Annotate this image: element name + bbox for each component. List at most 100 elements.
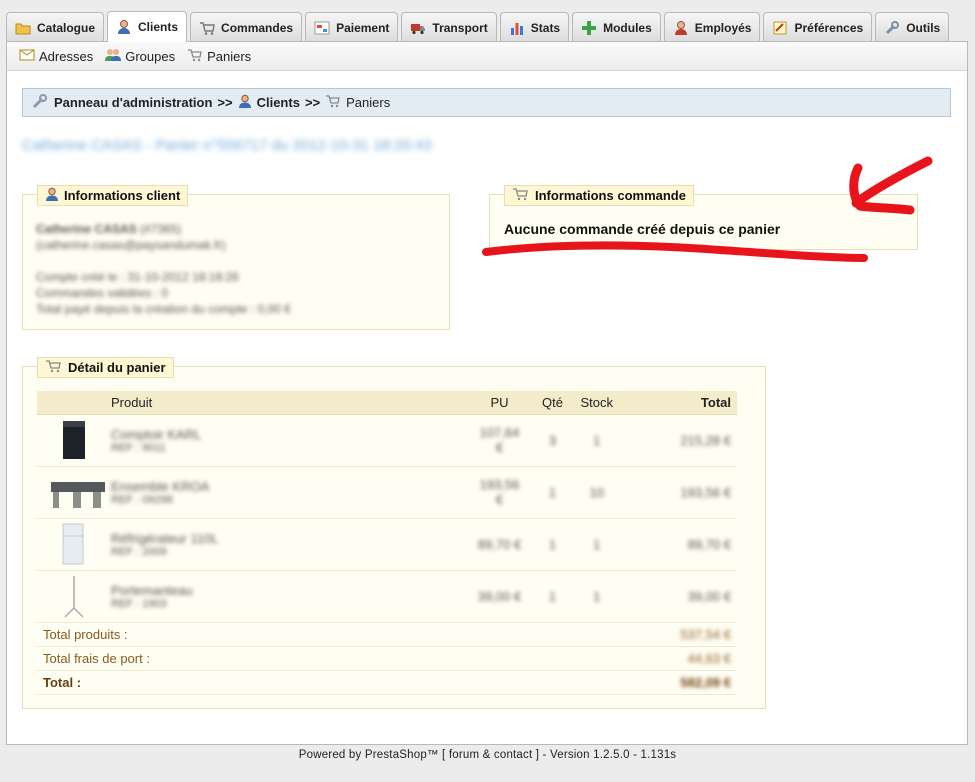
client-details: Catherine CASAS (#7365) (catherine.casas… xyxy=(36,221,291,317)
product-total: 193,56 € xyxy=(619,466,737,519)
product-ref: REF : 1903 xyxy=(111,597,167,610)
legend-label: Informations client xyxy=(64,188,181,203)
table-row: Ensemble KROA REF : 09298 193,56 € 1 10 … xyxy=(37,466,737,519)
grand-total-value: 582,09 € xyxy=(619,670,737,695)
subnav-adresses[interactable]: Adresses xyxy=(19,48,93,65)
user-icon xyxy=(116,19,132,35)
group-icon xyxy=(105,47,122,65)
product-stock: 1 xyxy=(574,518,619,571)
product-image[interactable] xyxy=(49,418,99,462)
tab-label: Commandes xyxy=(221,20,294,35)
subnav-paniers[interactable]: Paniers xyxy=(187,48,251,65)
product-cell: Comptoir KARL REF : 9011 xyxy=(105,414,469,467)
total-products-row: Total produits : 537,54 € xyxy=(37,622,737,647)
cart-icon xyxy=(45,359,63,376)
valid-orders: Commandes validées : 0 xyxy=(36,286,169,300)
product-cell: Ensemble KROA REF : 09298 xyxy=(105,466,469,519)
product-ref: REF : 09298 xyxy=(111,493,173,506)
subnav-label: Adresses xyxy=(39,48,94,64)
product-stock: 10 xyxy=(574,466,619,519)
col-stock: Stock xyxy=(574,391,619,415)
product-name[interactable]: Comptoir KARL xyxy=(111,427,462,442)
client-email: (catherine.casas@paysandumak.fr) xyxy=(36,238,226,252)
product-image[interactable] xyxy=(49,574,99,618)
total-paid: Total payé depuis la création du compte … xyxy=(36,302,291,316)
client-name[interactable]: Catherine CASAS xyxy=(36,222,137,236)
sub-navigation: Adresses Groupes Paniers xyxy=(7,42,967,71)
shipping-value: 44,63 € xyxy=(619,646,737,671)
table-header-row: Produit PU Qté Stock Total xyxy=(37,391,737,415)
product-total: 215,28 € xyxy=(619,414,737,467)
tab-label: Stats xyxy=(530,20,561,35)
payment-icon xyxy=(314,20,330,36)
cart-detail-box: Détail du panier Produit PU Qté Stock To… xyxy=(22,357,766,709)
preferences-icon xyxy=(772,20,788,36)
grand-total-label: Total : xyxy=(37,670,619,695)
tab-label: Clients xyxy=(138,20,179,34)
footer: Powered by PrestaShop™ [ forum & contact… xyxy=(298,749,677,761)
product-name[interactable]: Portemanteau xyxy=(111,583,462,598)
wrench-icon xyxy=(31,93,49,112)
puzzle-icon xyxy=(581,20,597,36)
breadcrumb-paniers: Paniers xyxy=(346,95,391,110)
tab-clients[interactable]: Clients xyxy=(107,11,188,42)
tab-outils[interactable]: Outils xyxy=(875,12,950,42)
total-products-label: Total produits : xyxy=(37,622,619,647)
chart-icon xyxy=(509,20,525,36)
product-qte: 1 xyxy=(530,466,575,519)
product-image[interactable] xyxy=(49,522,99,566)
main-panel: Adresses Groupes Paniers Panneau d'admin… xyxy=(6,41,968,745)
shipping-label: Total frais de port : xyxy=(37,646,619,671)
client-info-legend: Informations client xyxy=(37,185,189,206)
product-cell: Réfrigérateur 110L REF : 2009 xyxy=(105,518,469,571)
product-ref: REF : 9011 xyxy=(111,441,166,454)
product-qte: 1 xyxy=(530,518,575,571)
tab-paiement[interactable]: Paiement xyxy=(305,12,399,42)
client-info-box: Informations client Catherine CASAS (#73… xyxy=(22,185,450,330)
order-info-box: Informations commande Aucune commande cr… xyxy=(489,185,918,250)
product-cell: Portemanteau REF : 1903 xyxy=(105,570,469,623)
legend-label: Détail du panier xyxy=(68,360,166,375)
product-image-cell xyxy=(37,466,105,519)
table-row: Portemanteau REF : 1903 39,00 € 1 1 39,0… xyxy=(37,570,737,623)
tab-preferences[interactable]: Préférences xyxy=(763,12,873,42)
truck-icon xyxy=(410,20,426,36)
product-pu: 89,70 € xyxy=(468,518,531,571)
product-image-cell xyxy=(37,414,105,467)
breadcrumb-clients[interactable]: Clients xyxy=(257,95,300,110)
total-products-value: 537,54 € xyxy=(619,622,737,647)
product-image[interactable] xyxy=(49,470,105,514)
tab-modules[interactable]: Modules xyxy=(572,12,661,42)
tab-catalogue[interactable]: Catalogue xyxy=(6,12,105,42)
product-qte: 1 xyxy=(530,570,575,623)
product-name[interactable]: Ensemble KROA xyxy=(111,479,462,494)
shipping-row: Total frais de port : 44,63 € xyxy=(37,646,737,671)
product-total: 89,70 € xyxy=(619,518,737,571)
breadcrumb-admin[interactable]: Panneau d'administration xyxy=(54,95,212,110)
folder-icon xyxy=(15,20,31,36)
client-id: (#7365) xyxy=(140,222,182,236)
tab-stats[interactable]: Stats xyxy=(499,12,570,42)
tab-label: Outils xyxy=(906,20,941,35)
subnav-label: Groupes xyxy=(125,48,176,64)
tab-label: Paiement xyxy=(336,20,390,35)
product-stock: 1 xyxy=(574,570,619,623)
product-name[interactable]: Réfrigérateur 110L xyxy=(111,531,462,546)
product-ref: REF : 2009 xyxy=(111,545,167,558)
wrench-icon xyxy=(884,20,900,36)
product-stock: 1 xyxy=(574,414,619,467)
product-qte: 3 xyxy=(530,414,575,467)
subnav-groupes[interactable]: Groupes xyxy=(105,47,175,65)
tab-employes[interactable]: Employés xyxy=(663,12,761,42)
subnav-label: Paniers xyxy=(207,48,252,64)
cart-icon xyxy=(512,187,530,204)
page-title: Catherine CASAS - Panier n°556717 du 201… xyxy=(22,137,432,154)
product-pu: 39,00 € xyxy=(468,570,531,623)
tab-transport[interactable]: Transport xyxy=(401,12,497,42)
breadcrumb: Panneau d'administration >> Clients >> P… xyxy=(22,88,951,117)
table-row: Réfrigérateur 110L REF : 2009 89,70 € 1 … xyxy=(37,518,737,571)
cart-table: Produit PU Qté Stock Total Comptoir KARL xyxy=(37,391,737,695)
user-icon xyxy=(45,187,59,205)
product-image-cell xyxy=(37,570,105,623)
tab-commandes[interactable]: Commandes xyxy=(190,12,303,42)
